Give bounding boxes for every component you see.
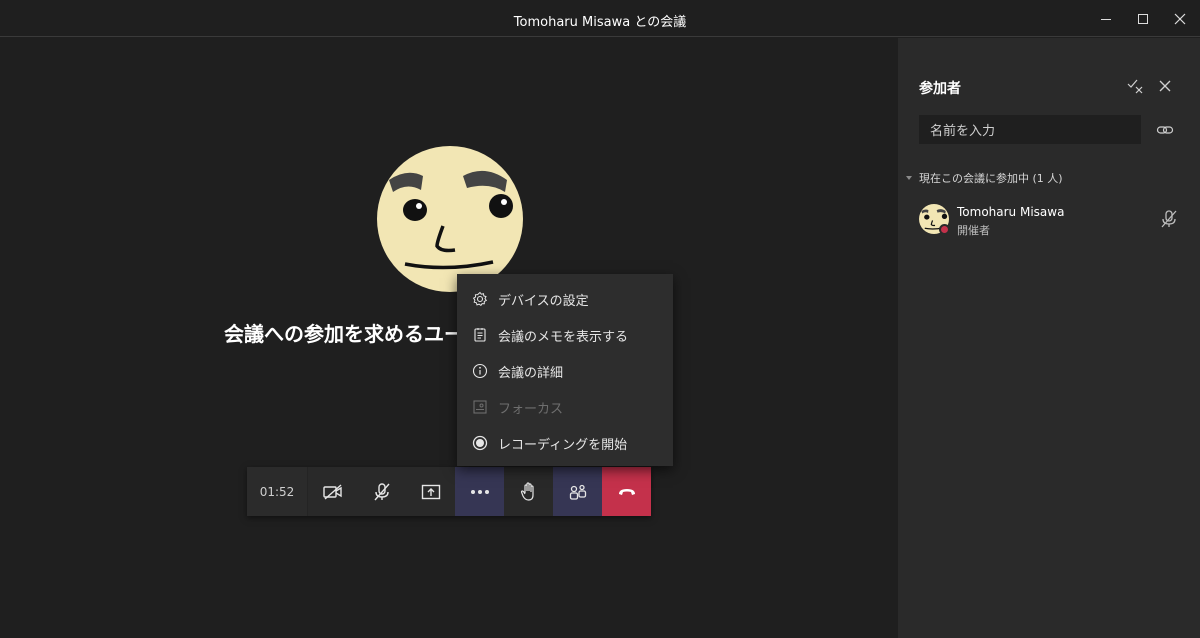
maximize-icon <box>1138 13 1148 24</box>
window-title: Tomoharu Misawa との会議 <box>513 15 687 30</box>
close-icon <box>1159 80 1171 92</box>
title-bar: Tomoharu Misawa との会議 <box>0 0 1200 37</box>
gear-icon <box>472 291 488 307</box>
menu-item-focus: フォーカス <box>457 389 673 425</box>
hang-up-button[interactable] <box>602 467 651 516</box>
info-icon <box>472 363 488 379</box>
record-icon <box>472 435 488 451</box>
participants-button[interactable] <box>553 467 602 516</box>
check-close-icon <box>1127 79 1143 94</box>
menu-item-meeting-details[interactable]: 会議の詳細 <box>457 353 673 389</box>
maximize-button[interactable] <box>1124 0 1162 37</box>
call-timer: 01:52 <box>247 467 308 516</box>
meeting-stage: 会議への参加を求めるユーザー 01:52 デバイスの設定 会議のメモを表示する … <box>0 38 898 638</box>
copy-link-button[interactable] <box>1155 120 1175 140</box>
hang-up-icon <box>618 488 635 495</box>
mic-toggle-button[interactable] <box>357 467 406 516</box>
mic-off-icon <box>373 482 390 500</box>
chevron-down-icon <box>906 176 912 180</box>
more-actions-menu: デバイスの設定 会議のメモを表示する 会議の詳細 フォーカス レコーディングを開… <box>457 274 673 466</box>
menu-item-label: フォーカス <box>498 401 564 417</box>
menu-item-label: レコーディングを開始 <box>498 437 628 453</box>
close-window-button[interactable] <box>1161 0 1199 37</box>
menu-item-label: 会議のメモを表示する <box>498 329 629 345</box>
menu-item-label: 会議の詳細 <box>498 365 564 381</box>
mute-all-button[interactable] <box>1125 76 1145 96</box>
section-label: 現在この会議に参加中 (1 人) <box>919 172 1063 185</box>
participant-role: 開催者 <box>957 224 990 237</box>
menu-item-meeting-notes[interactable]: 会議のメモを表示する <box>457 317 673 353</box>
notes-icon <box>472 327 488 343</box>
share-screen-button[interactable] <box>406 467 455 516</box>
minimize-button[interactable] <box>1087 0 1125 37</box>
panel-title: 参加者 <box>919 81 961 97</box>
in-meeting-section-header[interactable]: 現在この会議に参加中 (1 人) <box>906 170 1063 186</box>
close-panel-button[interactable] <box>1155 76 1175 96</box>
participant-item[interactable]: Tomoharu Misawa 開催者 <box>919 203 1189 239</box>
raise-hand-icon <box>520 481 534 501</box>
close-icon <box>1174 13 1186 24</box>
mic-off-icon <box>1161 210 1177 228</box>
participant-name: Tomoharu Misawa <box>957 205 1065 219</box>
minimize-icon <box>1101 18 1111 20</box>
people-icon <box>569 484 586 500</box>
focus-icon <box>472 399 488 415</box>
menu-item-device-settings[interactable]: デバイスの設定 <box>457 281 673 317</box>
raise-hand-button[interactable] <box>504 467 553 516</box>
link-icon <box>1156 126 1174 134</box>
participant-search-input[interactable]: 名前を入力 <box>919 115 1141 144</box>
participants-panel: 参加者 名前を入力 現在この会議に参加中 (1 人) Tomoharu Misa… <box>898 38 1200 638</box>
call-toolbar: 01:52 <box>247 467 651 516</box>
more-icon <box>470 489 489 494</box>
status-badge <box>939 224 950 235</box>
caller-avatar <box>377 146 523 292</box>
more-actions-button[interactable] <box>455 467 504 516</box>
menu-item-start-recording[interactable]: レコーディングを開始 <box>457 425 673 461</box>
camera-toggle-button[interactable] <box>308 467 357 516</box>
camera-off-icon <box>322 483 342 500</box>
menu-item-label: デバイスの設定 <box>498 293 589 309</box>
share-icon <box>421 484 440 499</box>
